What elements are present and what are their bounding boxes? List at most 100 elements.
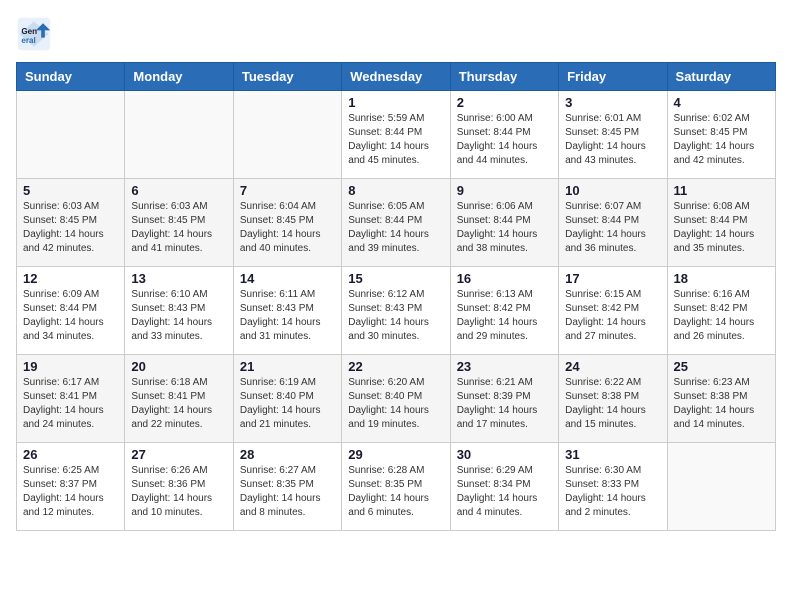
svg-text:eral: eral (21, 36, 35, 45)
calendar-cell: 8 Sunrise: 6:05 AM Sunset: 8:44 PM Daylig… (342, 179, 450, 267)
calendar-cell: 3 Sunrise: 6:01 AM Sunset: 8:45 PM Daylig… (559, 91, 667, 179)
day-info: Sunrise: 6:21 AM Sunset: 8:39 PM Dayligh… (457, 376, 552, 432)
calendar-cell: 27 Sunrise: 6:26 AM Sunset: 8:36 PM Dayli… (125, 443, 233, 531)
calendar-cell: 5 Sunrise: 6:03 AM Sunset: 8:45 PM Daylig… (17, 179, 125, 267)
day-info: Sunrise: 6:19 AM Sunset: 8:40 PM Dayligh… (240, 376, 335, 432)
day-info: Sunrise: 6:28 AM Sunset: 8:35 PM Dayligh… (348, 464, 443, 520)
day-info: Sunrise: 6:12 AM Sunset: 8:43 PM Dayligh… (348, 288, 443, 344)
day-info: Sunrise: 6:27 AM Sunset: 8:35 PM Dayligh… (240, 464, 335, 520)
calendar-cell: 2 Sunrise: 6:00 AM Sunset: 8:44 PM Daylig… (450, 91, 558, 179)
day-number: 11 (674, 183, 769, 198)
calendar-cell: 21 Sunrise: 6:19 AM Sunset: 8:40 PM Dayli… (233, 355, 341, 443)
day-number: 24 (565, 359, 660, 374)
calendar-table: SundayMondayTuesdayWednesdayThursdayFrid… (16, 62, 776, 531)
logo: Gen eral (16, 16, 56, 52)
day-number: 10 (565, 183, 660, 198)
day-info: Sunrise: 6:15 AM Sunset: 8:42 PM Dayligh… (565, 288, 660, 344)
day-info: Sunrise: 6:03 AM Sunset: 8:45 PM Dayligh… (23, 200, 118, 256)
calendar-cell: 10 Sunrise: 6:07 AM Sunset: 8:44 PM Dayli… (559, 179, 667, 267)
calendar-week-row: 19 Sunrise: 6:17 AM Sunset: 8:41 PM Dayli… (17, 355, 776, 443)
calendar-week-row: 5 Sunrise: 6:03 AM Sunset: 8:45 PM Daylig… (17, 179, 776, 267)
day-info: Sunrise: 6:01 AM Sunset: 8:45 PM Dayligh… (565, 112, 660, 168)
calendar-cell: 17 Sunrise: 6:15 AM Sunset: 8:42 PM Dayli… (559, 267, 667, 355)
calendar-cell: 16 Sunrise: 6:13 AM Sunset: 8:42 PM Dayli… (450, 267, 558, 355)
svg-text:Gen: Gen (21, 27, 37, 36)
page-header: Gen eral (16, 16, 776, 52)
calendar-week-row: 26Sunrise: 6:25 AM Sunset: 8:37 PM Dayli… (17, 443, 776, 531)
day-number: 4 (674, 95, 769, 110)
day-number: 23 (457, 359, 552, 374)
day-number: 20 (131, 359, 226, 374)
calendar-cell: 31 Sunrise: 6:30 AM Sunset: 8:33 PM Dayli… (559, 443, 667, 531)
day-number: 13 (131, 271, 226, 286)
day-info: Sunrise: 6:11 AM Sunset: 8:43 PM Dayligh… (240, 288, 335, 344)
day-number: 27 (131, 447, 226, 462)
day-info: Sunrise: 6:16 AM Sunset: 8:42 PM Dayligh… (674, 288, 769, 344)
calendar-cell (233, 91, 341, 179)
calendar-cell: 19 Sunrise: 6:17 AM Sunset: 8:41 PM Dayli… (17, 355, 125, 443)
day-number: 7 (240, 183, 335, 198)
calendar-cell: 29 Sunrise: 6:28 AM Sunset: 8:35 PM Dayli… (342, 443, 450, 531)
column-header-thursday: Thursday (450, 63, 558, 91)
day-number: 3 (565, 95, 660, 110)
day-info: Sunrise: 6:17 AM Sunset: 8:41 PM Dayligh… (23, 376, 118, 432)
day-number: 6 (131, 183, 226, 198)
day-number: 31 (565, 447, 660, 462)
calendar-cell: 4Sunrise: 6:02 AM Sunset: 8:45 PM Daylig… (667, 91, 775, 179)
calendar-cell: 26Sunrise: 6:25 AM Sunset: 8:37 PM Dayli… (17, 443, 125, 531)
day-number: 8 (348, 183, 443, 198)
calendar-cell: 24 Sunrise: 6:22 AM Sunset: 8:38 PM Dayli… (559, 355, 667, 443)
calendar-cell: 20 Sunrise: 6:18 AM Sunset: 8:41 PM Dayli… (125, 355, 233, 443)
calendar-cell: 1 Sunrise: 5:59 AM Sunset: 8:44 PM Daylig… (342, 91, 450, 179)
day-number: 14 (240, 271, 335, 286)
day-info: Sunrise: 6:06 AM Sunset: 8:44 PM Dayligh… (457, 200, 552, 256)
calendar-cell: 15 Sunrise: 6:12 AM Sunset: 8:43 PM Dayli… (342, 267, 450, 355)
day-info: Sunrise: 6:00 AM Sunset: 8:44 PM Dayligh… (457, 112, 552, 168)
calendar-cell: 9Sunrise: 6:06 AM Sunset: 8:44 PM Daylig… (450, 179, 558, 267)
day-number: 2 (457, 95, 552, 110)
column-header-monday: Monday (125, 63, 233, 91)
calendar-cell: 23 Sunrise: 6:21 AM Sunset: 8:39 PM Dayli… (450, 355, 558, 443)
day-info: Sunrise: 6:30 AM Sunset: 8:33 PM Dayligh… (565, 464, 660, 520)
calendar-cell (667, 443, 775, 531)
day-number: 5 (23, 183, 118, 198)
day-number: 21 (240, 359, 335, 374)
day-number: 12 (23, 271, 118, 286)
day-info: Sunrise: 6:07 AM Sunset: 8:44 PM Dayligh… (565, 200, 660, 256)
calendar-cell: 22Sunrise: 6:20 AM Sunset: 8:40 PM Dayli… (342, 355, 450, 443)
day-number: 16 (457, 271, 552, 286)
calendar-cell: 18 Sunrise: 6:16 AM Sunset: 8:42 PM Dayli… (667, 267, 775, 355)
day-number: 19 (23, 359, 118, 374)
logo-icon: Gen eral (16, 16, 52, 52)
day-info: Sunrise: 6:26 AM Sunset: 8:36 PM Dayligh… (131, 464, 226, 520)
day-number: 17 (565, 271, 660, 286)
calendar-cell: 25Sunrise: 6:23 AM Sunset: 8:38 PM Dayli… (667, 355, 775, 443)
day-number: 1 (348, 95, 443, 110)
day-info: Sunrise: 6:22 AM Sunset: 8:38 PM Dayligh… (565, 376, 660, 432)
calendar-cell: 6Sunrise: 6:03 AM Sunset: 8:45 PM Daylig… (125, 179, 233, 267)
column-header-friday: Friday (559, 63, 667, 91)
calendar-cell: 7 Sunrise: 6:04 AM Sunset: 8:45 PM Daylig… (233, 179, 341, 267)
day-info: Sunrise: 6:29 AM Sunset: 8:34 PM Dayligh… (457, 464, 552, 520)
day-info: Sunrise: 6:04 AM Sunset: 8:45 PM Dayligh… (240, 200, 335, 256)
day-info: Sunrise: 6:09 AM Sunset: 8:44 PM Dayligh… (23, 288, 118, 344)
day-info: Sunrise: 6:13 AM Sunset: 8:42 PM Dayligh… (457, 288, 552, 344)
day-number: 18 (674, 271, 769, 286)
calendar-cell (17, 91, 125, 179)
day-number: 15 (348, 271, 443, 286)
calendar-cell (125, 91, 233, 179)
day-number: 30 (457, 447, 552, 462)
day-number: 28 (240, 447, 335, 462)
day-info: Sunrise: 6:08 AM Sunset: 8:44 PM Dayligh… (674, 200, 769, 256)
day-info: Sunrise: 6:18 AM Sunset: 8:41 PM Dayligh… (131, 376, 226, 432)
day-info: Sunrise: 5:59 AM Sunset: 8:44 PM Dayligh… (348, 112, 443, 168)
calendar-cell: 30 Sunrise: 6:29 AM Sunset: 8:34 PM Dayli… (450, 443, 558, 531)
day-info: Sunrise: 6:20 AM Sunset: 8:40 PM Dayligh… (348, 376, 443, 432)
day-info: Sunrise: 6:23 AM Sunset: 8:38 PM Dayligh… (674, 376, 769, 432)
day-number: 29 (348, 447, 443, 462)
calendar-cell: 28 Sunrise: 6:27 AM Sunset: 8:35 PM Dayli… (233, 443, 341, 531)
calendar-cell: 12 Sunrise: 6:09 AM Sunset: 8:44 PM Dayli… (17, 267, 125, 355)
calendar-week-row: 1 Sunrise: 5:59 AM Sunset: 8:44 PM Daylig… (17, 91, 776, 179)
column-header-sunday: Sunday (17, 63, 125, 91)
day-info: Sunrise: 6:05 AM Sunset: 8:44 PM Dayligh… (348, 200, 443, 256)
